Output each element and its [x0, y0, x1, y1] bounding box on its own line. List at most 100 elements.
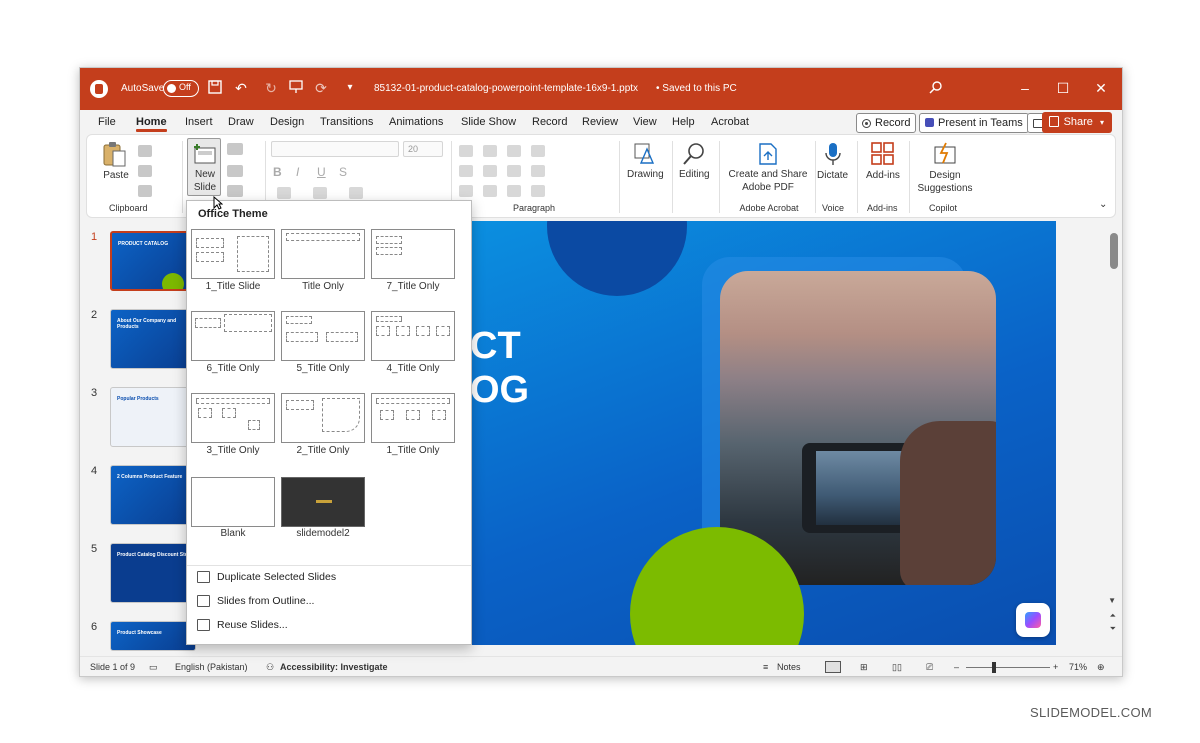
record-button[interactable]: Record: [856, 113, 917, 133]
layout-thumbnail[interactable]: [371, 311, 455, 361]
layout-label[interactable]: 4_Title Only: [368, 363, 458, 374]
tab-slide-show[interactable]: Slide Show: [461, 116, 516, 128]
present-in-teams-button[interactable]: Present in Teams: [919, 113, 1029, 133]
italic-icon[interactable]: I: [296, 165, 299, 179]
zoom-in-icon[interactable]: +: [1053, 662, 1058, 672]
tab-design[interactable]: Design: [270, 116, 304, 128]
reset-icon[interactable]: [227, 165, 243, 177]
reuse-slides-item[interactable]: Reuse Slides...: [197, 619, 288, 639]
minimize-icon[interactable]: –: [1017, 80, 1033, 96]
tab-file[interactable]: File: [98, 116, 116, 128]
tab-acrobat[interactable]: Acrobat: [711, 116, 749, 128]
layout-label[interactable]: Title Only: [278, 281, 368, 292]
layout-label[interactable]: Blank: [188, 528, 278, 539]
layout-label[interactable]: 1_Title Only: [368, 445, 458, 456]
layout-thumbnail[interactable]: [371, 229, 455, 279]
layout-thumbnail[interactable]: [191, 229, 275, 279]
layout-icon[interactable]: [227, 143, 243, 155]
design-suggestions-icon[interactable]: [932, 141, 958, 167]
slide-sorter-icon[interactable]: ⊞: [860, 662, 868, 673]
zoom-slider-thumb[interactable]: [992, 662, 996, 673]
collapse-ribbon-icon[interactable]: ⌄: [1099, 199, 1107, 210]
notes-button[interactable]: Notes: [777, 662, 801, 672]
tab-record[interactable]: Record: [532, 116, 567, 128]
align-right-icon[interactable]: [507, 165, 521, 177]
present-from-start-icon[interactable]: [288, 80, 304, 96]
slide-thumbnail[interactable]: 2 Columns Product Feature: [110, 465, 196, 525]
cut-icon[interactable]: [138, 145, 152, 157]
layout-label[interactable]: 1_Title Slide: [188, 281, 278, 292]
tab-insert[interactable]: Insert: [185, 116, 213, 128]
tab-view[interactable]: View: [633, 116, 657, 128]
share-button[interactable]: Share ▾: [1041, 112, 1112, 133]
fit-to-window-icon[interactable]: ⊕: [1097, 662, 1105, 673]
paste-label[interactable]: Paste: [102, 170, 130, 181]
search-icon[interactable]: [928, 80, 944, 96]
dictate-label[interactable]: Dictate: [817, 170, 848, 181]
slide-title-fragment-2[interactable]: OG: [470, 369, 529, 412]
font-size-change-icon[interactable]: [349, 187, 363, 199]
photo-image[interactable]: [720, 271, 996, 585]
previous-slide-icon[interactable]: ⏶: [1110, 611, 1116, 621]
accessibility-status[interactable]: Accessibility: Investigate: [280, 662, 388, 672]
line-spacing-icon[interactable]: [531, 145, 545, 157]
text-direction-icon[interactable]: [459, 185, 473, 197]
section-icon[interactable]: [227, 185, 243, 197]
customize-qat-icon[interactable]: ▾: [342, 80, 358, 96]
tab-home[interactable]: Home: [136, 116, 167, 132]
slide-title-fragment-1[interactable]: CT: [470, 325, 521, 368]
tab-help[interactable]: Help: [672, 116, 695, 128]
layout-thumbnail[interactable]: [281, 477, 365, 527]
layout-thumbnail[interactable]: [281, 311, 365, 361]
language-status[interactable]: English (Pakistan): [175, 662, 248, 672]
layout-label[interactable]: 3_Title Only: [188, 445, 278, 456]
drawing-icon[interactable]: [633, 141, 659, 167]
justify-icon[interactable]: [531, 165, 545, 177]
copilot-icon[interactable]: [1016, 603, 1050, 637]
design-suggestions-label-1[interactable]: Design: [917, 170, 973, 181]
layout-thumbnail[interactable]: [281, 393, 365, 443]
layout-label[interactable]: 5_Title Only: [278, 363, 368, 374]
zoom-level[interactable]: 71%: [1069, 662, 1087, 672]
layout-label[interactable]: 6_Title Only: [188, 363, 278, 374]
align-left-icon[interactable]: [459, 165, 473, 177]
editing-icon[interactable]: [681, 141, 707, 167]
layout-thumbnail[interactable]: [281, 229, 365, 279]
font-name-dropdown[interactable]: [271, 141, 399, 157]
addins-label[interactable]: Add-ins: [866, 170, 900, 181]
addins-icon[interactable]: [870, 141, 896, 167]
align-text-icon[interactable]: [483, 185, 497, 197]
new-slide-button[interactable]: New Slide: [187, 138, 221, 196]
slide-thumbnail[interactable]: PRODUCT CATALOG: [110, 231, 196, 291]
layout-thumbnail[interactable]: [371, 393, 455, 443]
shadow-icon[interactable]: S: [339, 165, 347, 179]
design-suggestions-label-2[interactable]: Suggestions: [917, 183, 973, 194]
slides-from-outline-item[interactable]: Slides from Outline...: [197, 595, 314, 615]
tab-review[interactable]: Review: [582, 116, 618, 128]
tab-animations[interactable]: Animations: [389, 116, 443, 128]
bold-icon[interactable]: B: [273, 165, 282, 179]
highlight-icon[interactable]: [277, 187, 291, 199]
columns-icon[interactable]: [507, 185, 521, 197]
layout-label[interactable]: 7_Title Only: [368, 281, 458, 292]
create-share-label-2[interactable]: Adobe PDF: [725, 182, 811, 193]
notes-page-icon[interactable]: ▭: [149, 662, 158, 673]
reading-view-icon[interactable]: ▯▯: [892, 662, 902, 673]
tab-draw[interactable]: Draw: [228, 116, 254, 128]
next-slide-icon[interactable]: ⏷: [1110, 624, 1116, 634]
microphone-icon[interactable]: [820, 141, 846, 167]
undo-icon[interactable]: ↶: [233, 80, 249, 96]
paste-icon[interactable]: [102, 141, 128, 167]
align-center-icon[interactable]: [483, 165, 497, 177]
slide-canvas[interactable]: CT OG: [470, 221, 1056, 645]
zoom-slider[interactable]: [966, 662, 1050, 673]
indent-icon[interactable]: [507, 145, 521, 157]
create-pdf-icon[interactable]: [755, 141, 781, 167]
numbering-icon[interactable]: [483, 145, 497, 157]
drawing-label[interactable]: Drawing: [627, 169, 664, 180]
layout-thumbnail[interactable]: [191, 477, 275, 527]
slide-show-view-icon[interactable]: ⎚: [926, 662, 933, 673]
editing-label[interactable]: Editing: [679, 169, 710, 180]
autosave-toggle[interactable]: Off: [163, 80, 199, 97]
copy-icon[interactable]: [138, 165, 152, 177]
